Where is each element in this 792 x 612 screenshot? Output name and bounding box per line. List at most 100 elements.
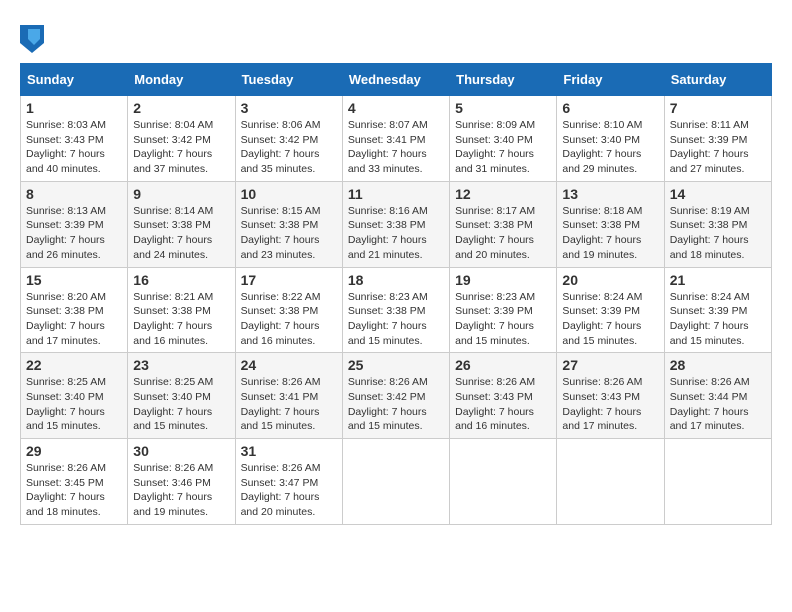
- day-info: Sunrise: 8:17 AM Sunset: 3:38 PM Dayligh…: [455, 204, 551, 263]
- calendar-cell: 25 Sunrise: 8:26 AM Sunset: 3:42 PM Dayl…: [342, 353, 449, 439]
- calendar-cell: 2 Sunrise: 8:04 AM Sunset: 3:42 PM Dayli…: [128, 96, 235, 182]
- calendar-header-thursday: Thursday: [450, 64, 557, 96]
- day-number: 29: [26, 443, 122, 459]
- day-number: 8: [26, 186, 122, 202]
- day-number: 27: [562, 357, 658, 373]
- day-info: Sunrise: 8:19 AM Sunset: 3:38 PM Dayligh…: [670, 204, 766, 263]
- day-info: Sunrise: 8:23 AM Sunset: 3:38 PM Dayligh…: [348, 290, 444, 349]
- calendar-cell: 4 Sunrise: 8:07 AM Sunset: 3:41 PM Dayli…: [342, 96, 449, 182]
- day-info: Sunrise: 8:26 AM Sunset: 3:46 PM Dayligh…: [133, 461, 229, 520]
- calendar-cell: 7 Sunrise: 8:11 AM Sunset: 3:39 PM Dayli…: [664, 96, 771, 182]
- calendar-cell: 3 Sunrise: 8:06 AM Sunset: 3:42 PM Dayli…: [235, 96, 342, 182]
- day-number: 7: [670, 100, 766, 116]
- calendar-cell: 24 Sunrise: 8:26 AM Sunset: 3:41 PM Dayl…: [235, 353, 342, 439]
- day-number: 26: [455, 357, 551, 373]
- day-number: 1: [26, 100, 122, 116]
- day-number: 11: [348, 186, 444, 202]
- logo-icon: [20, 25, 44, 53]
- day-info: Sunrise: 8:26 AM Sunset: 3:42 PM Dayligh…: [348, 375, 444, 434]
- calendar-cell: 30 Sunrise: 8:26 AM Sunset: 3:46 PM Dayl…: [128, 439, 235, 525]
- calendar-cell: 12 Sunrise: 8:17 AM Sunset: 3:38 PM Dayl…: [450, 181, 557, 267]
- calendar-week-5: 29 Sunrise: 8:26 AM Sunset: 3:45 PM Dayl…: [21, 439, 772, 525]
- day-info: Sunrise: 8:11 AM Sunset: 3:39 PM Dayligh…: [670, 118, 766, 177]
- calendar-cell: 6 Sunrise: 8:10 AM Sunset: 3:40 PM Dayli…: [557, 96, 664, 182]
- calendar-cell: 19 Sunrise: 8:23 AM Sunset: 3:39 PM Dayl…: [450, 267, 557, 353]
- day-number: 9: [133, 186, 229, 202]
- day-number: 4: [348, 100, 444, 116]
- logo: [20, 25, 48, 53]
- day-info: Sunrise: 8:26 AM Sunset: 3:43 PM Dayligh…: [562, 375, 658, 434]
- calendar-header-saturday: Saturday: [664, 64, 771, 96]
- day-info: Sunrise: 8:13 AM Sunset: 3:39 PM Dayligh…: [26, 204, 122, 263]
- calendar-cell: 8 Sunrise: 8:13 AM Sunset: 3:39 PM Dayli…: [21, 181, 128, 267]
- calendar-cell: 29 Sunrise: 8:26 AM Sunset: 3:45 PM Dayl…: [21, 439, 128, 525]
- day-info: Sunrise: 8:26 AM Sunset: 3:43 PM Dayligh…: [455, 375, 551, 434]
- day-number: 5: [455, 100, 551, 116]
- day-number: 31: [241, 443, 337, 459]
- calendar-cell: [342, 439, 449, 525]
- header: [20, 20, 772, 53]
- day-number: 17: [241, 272, 337, 288]
- day-number: 3: [241, 100, 337, 116]
- calendar-week-1: 1 Sunrise: 8:03 AM Sunset: 3:43 PM Dayli…: [21, 96, 772, 182]
- calendar-cell: 22 Sunrise: 8:25 AM Sunset: 3:40 PM Dayl…: [21, 353, 128, 439]
- calendar-header-tuesday: Tuesday: [235, 64, 342, 96]
- day-info: Sunrise: 8:23 AM Sunset: 3:39 PM Dayligh…: [455, 290, 551, 349]
- day-number: 21: [670, 272, 766, 288]
- day-info: Sunrise: 8:16 AM Sunset: 3:38 PM Dayligh…: [348, 204, 444, 263]
- day-number: 6: [562, 100, 658, 116]
- day-info: Sunrise: 8:26 AM Sunset: 3:45 PM Dayligh…: [26, 461, 122, 520]
- calendar-cell: 11 Sunrise: 8:16 AM Sunset: 3:38 PM Dayl…: [342, 181, 449, 267]
- day-info: Sunrise: 8:04 AM Sunset: 3:42 PM Dayligh…: [133, 118, 229, 177]
- day-info: Sunrise: 8:26 AM Sunset: 3:47 PM Dayligh…: [241, 461, 337, 520]
- day-info: Sunrise: 8:21 AM Sunset: 3:38 PM Dayligh…: [133, 290, 229, 349]
- day-info: Sunrise: 8:03 AM Sunset: 3:43 PM Dayligh…: [26, 118, 122, 177]
- day-number: 12: [455, 186, 551, 202]
- day-number: 22: [26, 357, 122, 373]
- day-number: 14: [670, 186, 766, 202]
- day-info: Sunrise: 8:09 AM Sunset: 3:40 PM Dayligh…: [455, 118, 551, 177]
- day-number: 23: [133, 357, 229, 373]
- day-number: 18: [348, 272, 444, 288]
- day-number: 20: [562, 272, 658, 288]
- day-number: 16: [133, 272, 229, 288]
- day-info: Sunrise: 8:22 AM Sunset: 3:38 PM Dayligh…: [241, 290, 337, 349]
- day-number: 30: [133, 443, 229, 459]
- calendar-header-friday: Friday: [557, 64, 664, 96]
- calendar-cell: 28 Sunrise: 8:26 AM Sunset: 3:44 PM Dayl…: [664, 353, 771, 439]
- calendar-cell: 1 Sunrise: 8:03 AM Sunset: 3:43 PM Dayli…: [21, 96, 128, 182]
- calendar-cell: 26 Sunrise: 8:26 AM Sunset: 3:43 PM Dayl…: [450, 353, 557, 439]
- day-info: Sunrise: 8:20 AM Sunset: 3:38 PM Dayligh…: [26, 290, 122, 349]
- day-info: Sunrise: 8:15 AM Sunset: 3:38 PM Dayligh…: [241, 204, 337, 263]
- calendar-cell: [557, 439, 664, 525]
- calendar-cell: 23 Sunrise: 8:25 AM Sunset: 3:40 PM Dayl…: [128, 353, 235, 439]
- calendar-cell: 16 Sunrise: 8:21 AM Sunset: 3:38 PM Dayl…: [128, 267, 235, 353]
- calendar-cell: 14 Sunrise: 8:19 AM Sunset: 3:38 PM Dayl…: [664, 181, 771, 267]
- day-number: 2: [133, 100, 229, 116]
- day-info: Sunrise: 8:26 AM Sunset: 3:41 PM Dayligh…: [241, 375, 337, 434]
- calendar-header-sunday: Sunday: [21, 64, 128, 96]
- day-number: 19: [455, 272, 551, 288]
- calendar-cell: 27 Sunrise: 8:26 AM Sunset: 3:43 PM Dayl…: [557, 353, 664, 439]
- day-info: Sunrise: 8:10 AM Sunset: 3:40 PM Dayligh…: [562, 118, 658, 177]
- day-info: Sunrise: 8:18 AM Sunset: 3:38 PM Dayligh…: [562, 204, 658, 263]
- day-number: 25: [348, 357, 444, 373]
- calendar-week-3: 15 Sunrise: 8:20 AM Sunset: 3:38 PM Dayl…: [21, 267, 772, 353]
- calendar-cell: 21 Sunrise: 8:24 AM Sunset: 3:39 PM Dayl…: [664, 267, 771, 353]
- calendar-header-wednesday: Wednesday: [342, 64, 449, 96]
- calendar-header-monday: Monday: [128, 64, 235, 96]
- day-info: Sunrise: 8:25 AM Sunset: 3:40 PM Dayligh…: [133, 375, 229, 434]
- calendar-cell: [450, 439, 557, 525]
- calendar-cell: 20 Sunrise: 8:24 AM Sunset: 3:39 PM Dayl…: [557, 267, 664, 353]
- calendar: SundayMondayTuesdayWednesdayThursdayFrid…: [20, 63, 772, 525]
- day-number: 24: [241, 357, 337, 373]
- day-info: Sunrise: 8:14 AM Sunset: 3:38 PM Dayligh…: [133, 204, 229, 263]
- day-info: Sunrise: 8:26 AM Sunset: 3:44 PM Dayligh…: [670, 375, 766, 434]
- day-info: Sunrise: 8:25 AM Sunset: 3:40 PM Dayligh…: [26, 375, 122, 434]
- calendar-cell: 13 Sunrise: 8:18 AM Sunset: 3:38 PM Dayl…: [557, 181, 664, 267]
- calendar-cell: 31 Sunrise: 8:26 AM Sunset: 3:47 PM Dayl…: [235, 439, 342, 525]
- day-info: Sunrise: 8:24 AM Sunset: 3:39 PM Dayligh…: [562, 290, 658, 349]
- calendar-cell: 10 Sunrise: 8:15 AM Sunset: 3:38 PM Dayl…: [235, 181, 342, 267]
- day-number: 28: [670, 357, 766, 373]
- day-info: Sunrise: 8:07 AM Sunset: 3:41 PM Dayligh…: [348, 118, 444, 177]
